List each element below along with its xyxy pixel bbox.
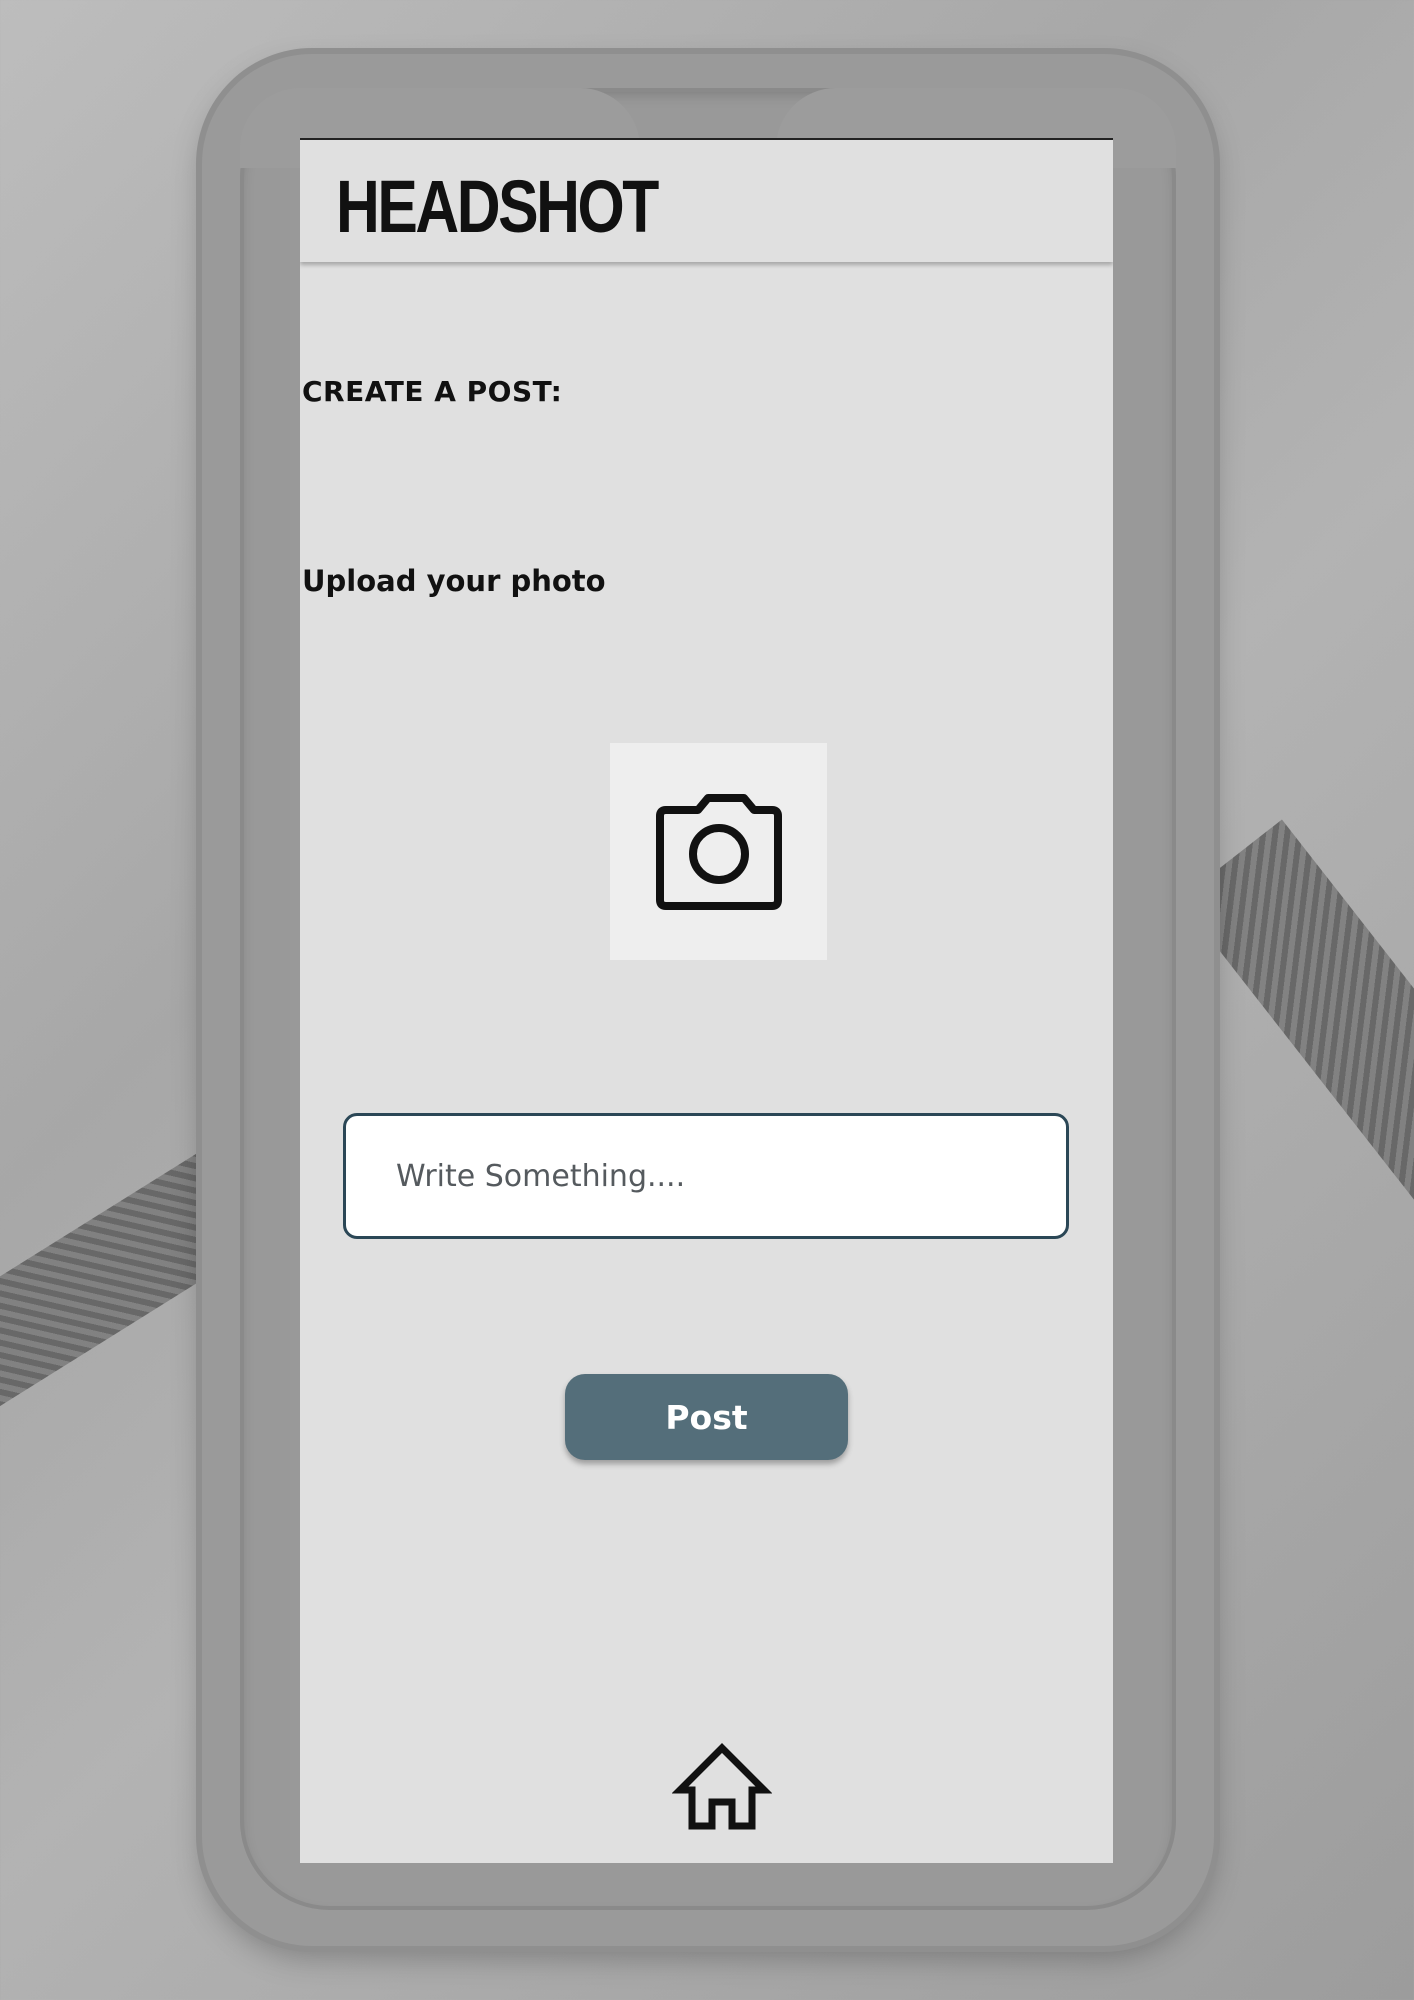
app-title: HEADSHOT — [336, 165, 659, 248]
create-post-heading: CREATE A POST: — [302, 375, 563, 408]
home-icon — [672, 1743, 772, 1830]
background-carbon-band-right — [1179, 819, 1414, 1231]
home-nav-button[interactable] — [670, 1738, 774, 1836]
post-button[interactable]: Post — [565, 1374, 848, 1460]
upload-photo-label: Upload your photo — [302, 564, 606, 598]
upload-photo-button[interactable] — [610, 743, 827, 960]
app-screen: HEADSHOT CREATE A POST: Upload your phot… — [300, 138, 1113, 1863]
app-header: HEADSHOT — [300, 138, 1113, 262]
post-text-input[interactable] — [343, 1113, 1069, 1239]
camera-icon — [655, 793, 782, 910]
